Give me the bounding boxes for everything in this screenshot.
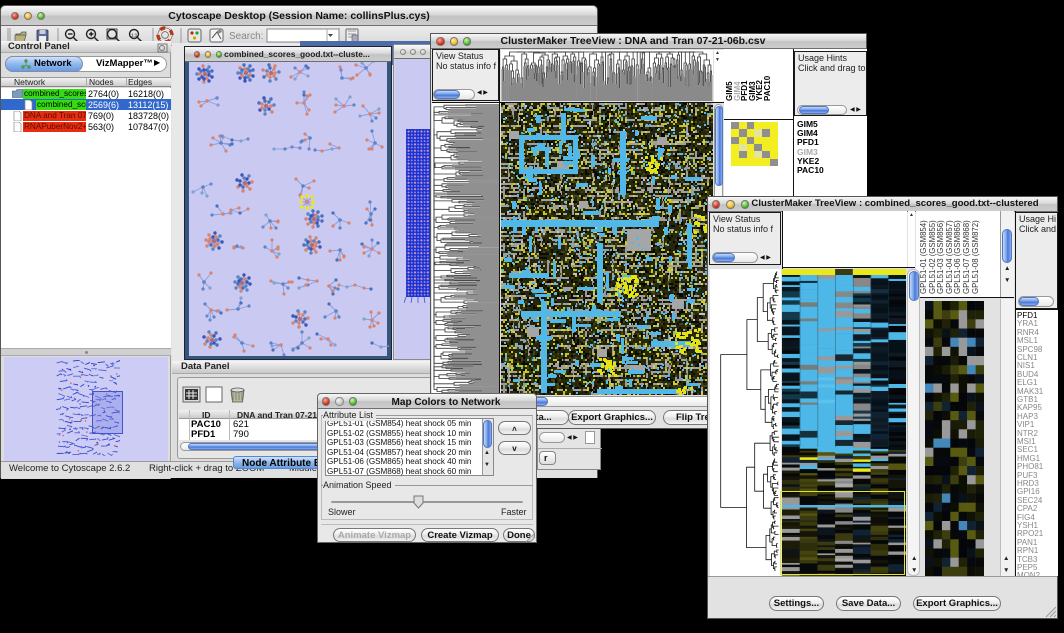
svg-text:Search:: Search: bbox=[229, 31, 263, 42]
svg-text:1:1: 1:1 bbox=[131, 33, 138, 38]
